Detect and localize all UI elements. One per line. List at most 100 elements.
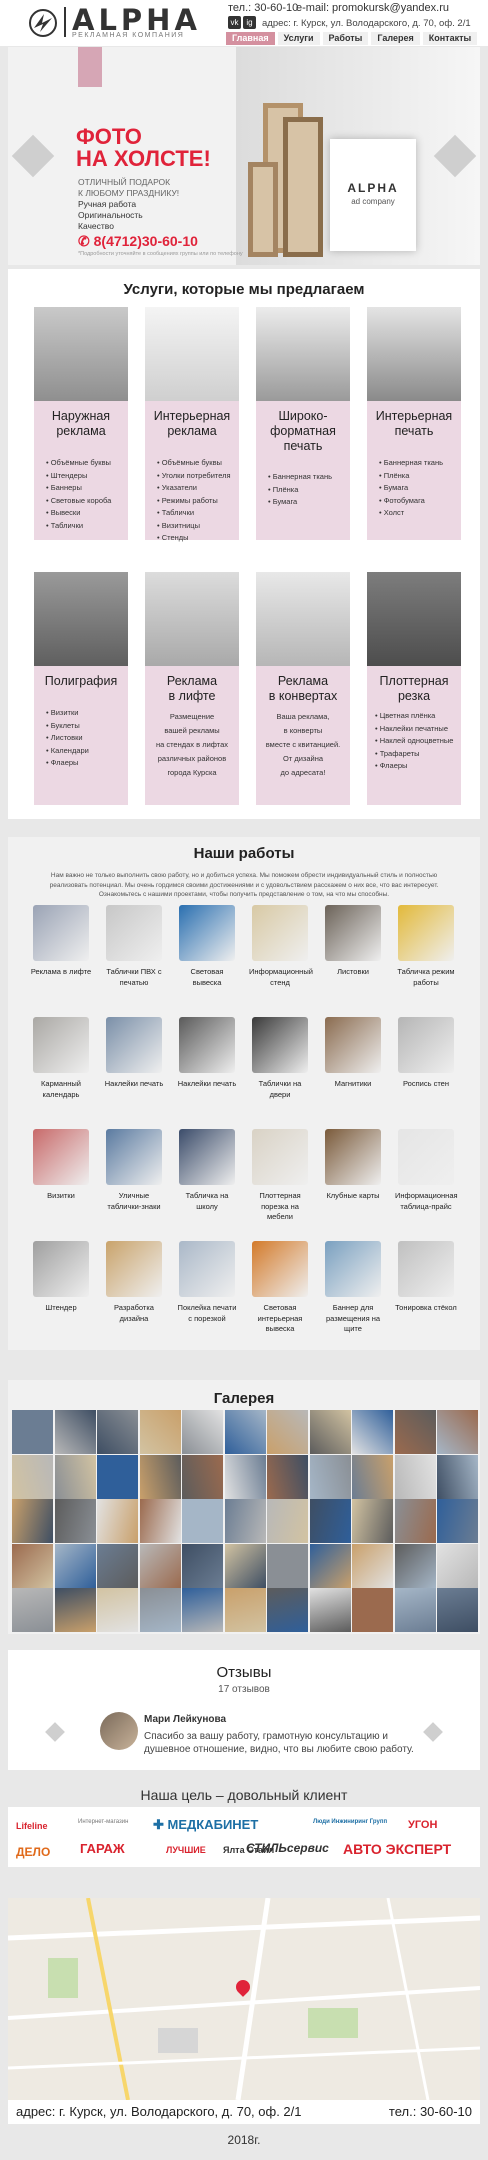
gallery-photo[interactable] <box>97 1543 138 1588</box>
gallery-photo[interactable] <box>394 1410 436 1454</box>
gallery-photo[interactable] <box>352 1543 393 1588</box>
nav-works[interactable]: Работы <box>322 32 369 45</box>
gallery-photo[interactable] <box>139 1410 181 1454</box>
gallery-photo[interactable] <box>267 1454 308 1499</box>
nav-contacts[interactable]: Контакты <box>422 32 478 45</box>
partner-logo[interactable]: АВТО ЭКСПЕРТ <box>343 1841 451 1857</box>
gallery-photo[interactable] <box>394 1543 436 1588</box>
gallery-photo[interactable] <box>352 1410 393 1454</box>
hero-phone[interactable]: ✆ 8(4712)30-60-10 <box>78 233 198 250</box>
gallery-photo[interactable] <box>309 1588 351 1632</box>
gallery-photo[interactable] <box>437 1588 478 1632</box>
partner-logo[interactable]: ЛУЧШИЕ <box>166 1845 206 1855</box>
vk-icon[interactable]: vk <box>228 16 241 29</box>
contacts-phone[interactable]: тел.: 30-60-10 <box>389 2104 472 2119</box>
gallery-photo[interactable] <box>12 1410 53 1454</box>
gallery-photo[interactable] <box>309 1499 351 1543</box>
slider-prev-arrow[interactable] <box>11 134 55 178</box>
gallery-photo[interactable] <box>267 1588 308 1632</box>
work-label: Информационный стенд <box>249 967 313 987</box>
service-card-printing[interactable]: Полиграфия Визитки Буклеты Листовки Кале… <box>34 572 128 805</box>
gallery-photo[interactable] <box>182 1543 223 1588</box>
gallery-photo[interactable] <box>267 1410 308 1454</box>
gallery-photo[interactable] <box>139 1499 181 1543</box>
service-card-interior[interactable]: Интерьернаяреклама Объёмные буквы Уголки… <box>145 307 239 542</box>
gallery-photo[interactable] <box>224 1410 266 1454</box>
partner-logo[interactable]: УГОН <box>408 1819 437 1831</box>
gallery-photo[interactable] <box>182 1410 223 1454</box>
gallery-photo[interactable] <box>54 1454 96 1499</box>
gallery-photo[interactable] <box>437 1410 478 1454</box>
gallery-photo[interactable] <box>437 1543 478 1588</box>
gallery-photo[interactable] <box>12 1543 53 1588</box>
gallery-photo[interactable] <box>352 1588 393 1632</box>
goal-text: Наша цель – довольный клиент <box>140 1787 348 1803</box>
gallery-photo[interactable] <box>437 1454 478 1499</box>
nav-gallery[interactable]: Галерея <box>371 32 420 45</box>
gallery-photo[interactable] <box>224 1499 266 1543</box>
gallery-photo[interactable] <box>182 1499 223 1543</box>
gallery-photo[interactable] <box>437 1499 478 1543</box>
service-card-plotter[interactable]: Плоттернаярезка Цветная плёнка Наклейки … <box>367 572 461 805</box>
gallery-photo[interactable] <box>394 1588 436 1632</box>
gallery-photo[interactable] <box>97 1499 138 1543</box>
partner-logo[interactable]: ✚ МЕДКАБИНЕТ <box>153 1817 258 1833</box>
gallery-photo[interactable] <box>97 1410 138 1454</box>
gallery-photo[interactable] <box>54 1543 96 1588</box>
service-card-envelopes[interactable]: Реклама в конвертах Ваша реклама, в конве… <box>256 572 350 805</box>
gallery-photo[interactable] <box>139 1543 181 1588</box>
gallery-photo[interactable] <box>12 1454 53 1499</box>
gallery-photo[interactable] <box>182 1454 223 1499</box>
gallery-photo[interactable] <box>309 1543 351 1588</box>
gallery-photo[interactable] <box>97 1588 138 1632</box>
gallery-photo[interactable] <box>54 1410 96 1454</box>
gallery-photo[interactable] <box>352 1454 393 1499</box>
gallery-photo[interactable] <box>12 1499 53 1543</box>
gallery-photo[interactable] <box>267 1543 308 1588</box>
partners-section: Lifeline Интернет-магазин ✚ МЕДКАБИНЕТ Л… <box>8 1807 480 1867</box>
service-card-wide-print[interactable]: Широко-форматнаяпечать Баннерная ткань П… <box>256 307 350 540</box>
partner-logo[interactable]: ГАРАЖ <box>80 1841 125 1856</box>
partner-logo[interactable]: Интернет-магазин <box>78 1819 128 1825</box>
gallery-photo[interactable] <box>139 1588 181 1632</box>
gallery-photo[interactable] <box>394 1454 436 1499</box>
gallery-photo[interactable] <box>309 1410 351 1454</box>
partner-logo[interactable]: СТИЛЬсервис <box>246 1841 329 1855</box>
gallery-photo[interactable] <box>54 1588 96 1632</box>
gallery-photo[interactable] <box>224 1543 266 1588</box>
partner-logo[interactable]: Люди Инжиниринг Групп <box>313 1819 387 1825</box>
work-thumbnail <box>252 1017 308 1073</box>
service-list-item: Визитницы <box>157 520 239 533</box>
work-thumbnail <box>33 1241 89 1297</box>
header-phone[interactable]: тел.: 30-60-10 <box>228 2 298 14</box>
hero-gift-line: К ЛЮБОМУ ПРАЗДНИКУ! <box>78 188 180 198</box>
partner-logo[interactable]: ДЕЛО <box>16 1845 50 1859</box>
gallery-photo[interactable] <box>97 1454 138 1499</box>
phone-icon: ✆ <box>78 233 94 249</box>
header-email[interactable]: e-mail: promokursk@yandex.ru <box>296 2 449 14</box>
service-list-item: Объёмные буквы <box>157 457 239 470</box>
work-label: Разработка дизайна <box>114 1303 154 1323</box>
work-thumbnail <box>179 1129 235 1185</box>
service-card-outdoor[interactable]: Наружнаяреклама Объёмные буквы Штендеры … <box>34 307 128 540</box>
service-card-interior-print[interactable]: Интерьернаяпечать Баннерная ткань Плёнка… <box>367 307 461 540</box>
work-label: Баннер для размещения на щите <box>325 1303 381 1333</box>
gallery-photo[interactable] <box>267 1499 308 1543</box>
nav-services[interactable]: Услуги <box>277 32 320 45</box>
gallery-photo[interactable] <box>139 1454 181 1499</box>
service-card-elevator[interactable]: Реклама в лифте Размещение вашей рекламы … <box>145 572 239 805</box>
gallery-photo[interactable] <box>182 1588 223 1632</box>
instagram-icon[interactable]: ig <box>243 16 256 29</box>
gallery-photo[interactable] <box>224 1454 266 1499</box>
gallery-photo[interactable] <box>394 1499 436 1543</box>
partner-logo[interactable]: Lifeline <box>16 1821 48 1831</box>
hero-phone-number: 8(4712)30-60-10 <box>93 233 198 249</box>
gallery-photo[interactable] <box>309 1454 351 1499</box>
gallery-photo[interactable] <box>224 1588 266 1632</box>
gallery-photo[interactable] <box>54 1499 96 1543</box>
nav-home[interactable]: Главная <box>226 32 275 45</box>
map[interactable] <box>8 1898 480 2100</box>
gallery-photo[interactable] <box>352 1499 393 1543</box>
work-label: Таблички на двери <box>258 1079 302 1099</box>
gallery-photo[interactable] <box>12 1588 53 1632</box>
